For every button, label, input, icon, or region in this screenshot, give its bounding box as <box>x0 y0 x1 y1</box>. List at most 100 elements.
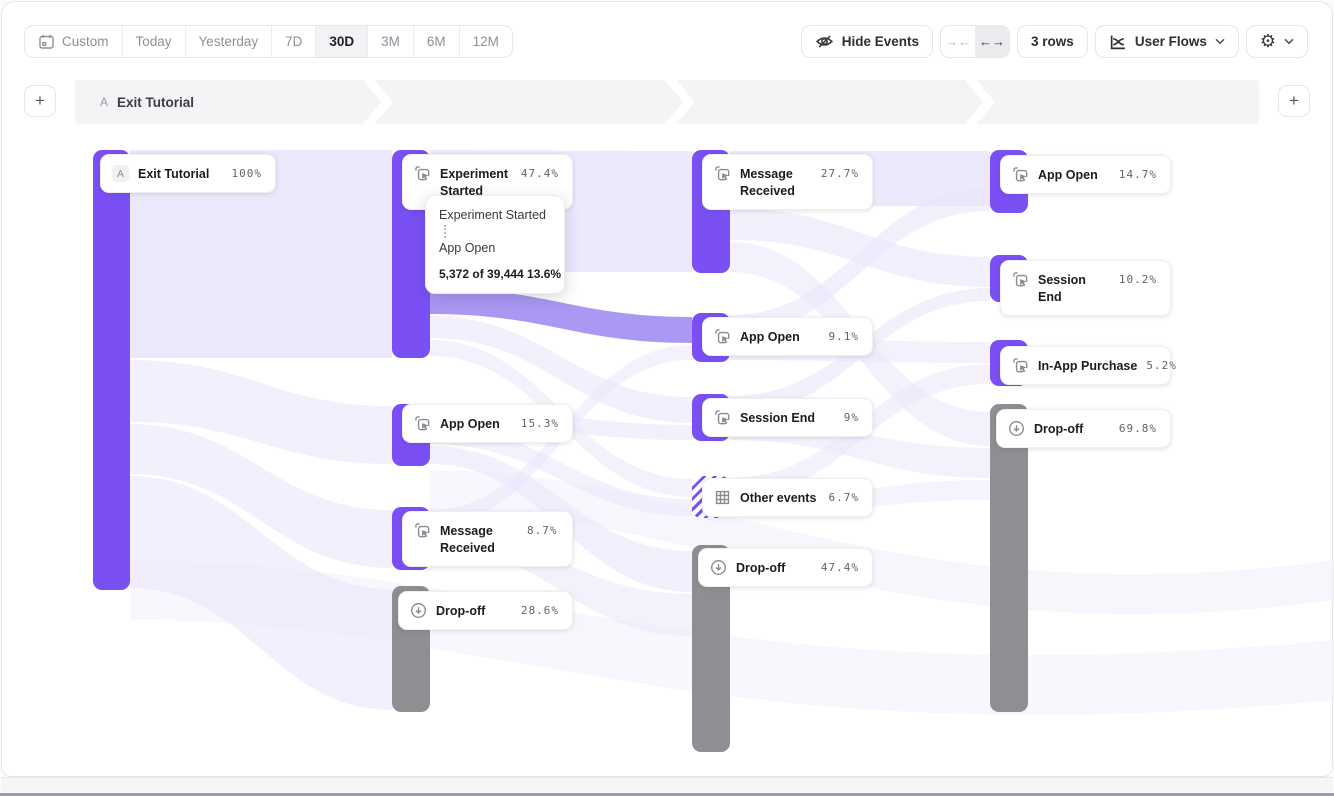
event-icon <box>414 522 431 539</box>
date-range-custom[interactable]: Custom <box>25 26 123 57</box>
node-label: Other events <box>740 488 820 507</box>
view-selector-label: User Flows <box>1135 34 1207 49</box>
node-percent: 27.7% <box>821 164 859 180</box>
node-percent: 15.3% <box>521 414 559 430</box>
step-band[interactable]: A Exit Tutorial <box>75 80 1259 124</box>
node-card-other-events-3[interactable]: Other events 6.7% <box>702 478 873 517</box>
rows-label: 3 rows <box>1031 34 1074 49</box>
node-label: Drop-off <box>736 558 812 577</box>
footer-strip <box>1 777 1333 792</box>
node-percent: 9% <box>844 408 859 424</box>
eye-off-icon <box>815 32 834 51</box>
tooltip-connector-dots <box>444 225 446 238</box>
add-step-right-button[interactable]: + <box>1278 85 1310 117</box>
node-card-drop-off-3[interactable]: Drop-off 47.4% <box>698 548 873 587</box>
node-label: App Open <box>1038 165 1110 184</box>
event-icon <box>414 165 431 182</box>
node-label: Drop-off <box>1034 419 1110 438</box>
node-card-exit-tutorial[interactable]: A Exit Tutorial 100% <box>100 154 276 193</box>
node-percent: 10.2% <box>1119 270 1157 286</box>
node-label: App Open <box>740 327 820 346</box>
node-card-session-end-3[interactable]: Session End 9% <box>702 398 873 437</box>
tooltip-stat: 5,372 of 39,444 13.6% <box>439 267 551 281</box>
collapse-icon: →← <box>945 34 971 49</box>
date-range-today[interactable]: Today <box>123 26 186 57</box>
step-chevron-separator <box>363 80 393 124</box>
date-range-label: Yesterday <box>199 34 259 49</box>
event-icon <box>714 165 731 182</box>
user-flows-page: Custom Today Yesterday 7D 30D 3M 6M 12M … <box>0 0 1334 796</box>
user-flows-icon <box>1109 33 1127 51</box>
node-label: Exit Tutorial <box>138 164 223 183</box>
settings-button[interactable]: ⚙ <box>1246 25 1308 58</box>
node-label: Message Received <box>440 521 518 557</box>
event-icon <box>1012 357 1029 374</box>
node-percent: 8.7% <box>527 521 558 537</box>
event-icon <box>1012 166 1029 183</box>
hide-events-label: Hide Events <box>842 34 919 49</box>
event-icon <box>414 415 431 432</box>
node-label: Session End <box>740 408 835 427</box>
node-card-message-received-3[interactable]: Message Received 27.7% <box>702 154 873 210</box>
node-card-app-open-4[interactable]: App Open 14.7% <box>1000 155 1171 194</box>
node-card-in-app-purchase-4[interactable]: In-App Purchase 5.2% <box>1000 346 1171 385</box>
node-card-drop-off-2[interactable]: Drop-off 28.6% <box>398 591 573 630</box>
step-chevron-separator <box>965 80 995 124</box>
toolbar-right: Hide Events →← ←→ 3 rows User Flows ⚙ <box>801 25 1308 58</box>
event-icon <box>714 409 731 426</box>
date-range-12m[interactable]: 12M <box>460 26 512 57</box>
view-selector[interactable]: User Flows <box>1095 25 1239 58</box>
link-band <box>130 150 392 710</box>
drop-off-icon <box>710 559 727 576</box>
node-label: Drop-off <box>436 601 512 620</box>
drop-off-icon <box>1008 420 1025 437</box>
expand-columns-button[interactable]: ←→ <box>975 26 1009 57</box>
node-label: App Open <box>440 414 512 433</box>
event-icon <box>714 328 731 345</box>
node-card-app-open-2[interactable]: App Open 15.3% <box>402 404 573 443</box>
step-label: Exit Tutorial <box>117 95 194 110</box>
calendar-icon <box>38 33 55 50</box>
date-range-6m[interactable]: 6M <box>414 26 460 57</box>
node-card-session-end-4[interactable]: Session End 10.2% <box>1000 260 1171 316</box>
link-tooltip: Experiment Started App Open 5,372 of 39,… <box>425 195 565 294</box>
hide-events-button[interactable]: Hide Events <box>801 25 933 58</box>
node-bar-drop-off-4[interactable] <box>990 404 1028 712</box>
date-range-yesterday[interactable]: Yesterday <box>186 26 273 57</box>
step-letter-badge: A <box>112 165 129 182</box>
toolbar: Custom Today Yesterday 7D 30D 3M 6M 12M … <box>0 0 1334 66</box>
node-percent: 6.7% <box>829 488 860 504</box>
rows-button[interactable]: 3 rows <box>1017 25 1088 58</box>
step-segment-a[interactable]: A Exit Tutorial <box>100 80 194 124</box>
date-range-label: Today <box>136 34 172 49</box>
plus-icon: + <box>35 91 45 111</box>
add-step-left-button[interactable]: + <box>24 85 56 117</box>
node-percent: 47.4% <box>521 164 559 180</box>
date-range-group: Custom Today Yesterday 7D 30D 3M 6M 12M <box>24 25 513 58</box>
date-range-7d[interactable]: 7D <box>272 26 316 57</box>
node-card-app-open-3[interactable]: App Open 9.1% <box>702 317 873 356</box>
node-bar-exit-tutorial[interactable] <box>93 150 130 590</box>
sankey-links <box>0 128 1334 776</box>
date-range-label: 6M <box>427 34 446 49</box>
chevron-down-icon <box>1284 38 1294 45</box>
node-percent: 100% <box>232 164 263 180</box>
node-label: Session End <box>1038 270 1110 306</box>
node-card-drop-off-4[interactable]: Drop-off 69.8% <box>996 409 1171 448</box>
date-range-label: 12M <box>473 34 499 49</box>
chevron-down-icon <box>1215 38 1225 45</box>
collapse-columns-button[interactable]: →← <box>941 26 975 57</box>
date-range-3m[interactable]: 3M <box>368 26 414 57</box>
node-label: Message Received <box>740 164 812 200</box>
node-card-message-received-2[interactable]: Message Received 8.7% <box>402 511 573 567</box>
tooltip-source-event: Experiment Started <box>439 208 551 222</box>
grid-icon <box>714 489 731 506</box>
tooltip-target-event: App Open <box>439 241 551 255</box>
date-range-30d[interactable]: 30D <box>316 26 368 57</box>
gear-icon: ⚙ <box>1260 33 1276 51</box>
event-icon <box>1012 271 1029 288</box>
node-percent: 28.6% <box>521 601 559 617</box>
plus-icon: + <box>1289 91 1299 111</box>
node-percent: 14.7% <box>1119 165 1157 181</box>
sankey-canvas: A Exit Tutorial 100% Experiment Started … <box>0 128 1334 776</box>
